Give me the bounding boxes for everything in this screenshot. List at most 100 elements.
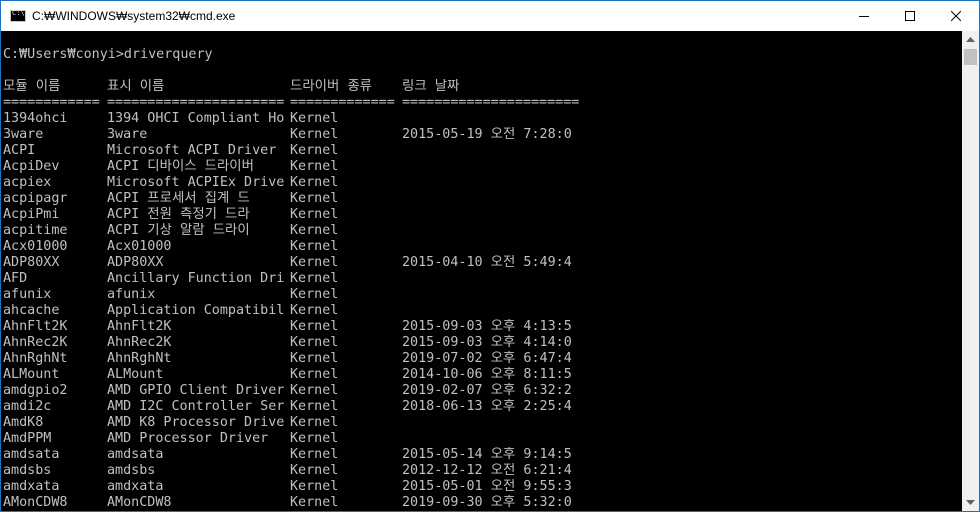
row-link-date [402,223,582,239]
separator-display-name: ====================== [107,95,285,110]
row-module-name: AhnRec2K [3,335,68,350]
table-row: AhnRghNt AhnRghNt Kernel 2019-07-02 오후 6:47… [3,351,603,367]
table-row: ahcache Application Compatibil Kernel [3,303,603,319]
row-driver-type: Kernel [290,191,339,206]
close-icon [951,11,961,21]
table-row: AmdPPM AMD Processor Driver Kernel [3,431,603,447]
row-driver-type: Kernel [290,431,339,446]
row-driver-type: Kernel [290,399,339,414]
header-link-date: 링크 날짜 [402,79,460,94]
row-link-date: 2015-04-10 오전 5:49:4 [402,255,572,270]
row-link-date: 2015-05-19 오전 7:28:0 [402,127,572,142]
table-row: acpipagr ACPI 프로세서 집계 드 Kernel [3,191,603,207]
row-display-name: ACPI 기상 알람 드라이 [107,223,250,238]
row-display-name: AMD GPIO Client Driver [107,383,285,398]
row-display-name: amdxata [107,479,164,494]
row-module-name: afunix [3,287,52,302]
row-link-date: 2012-12-12 오전 6:21:4 [402,463,572,478]
table-row: AMonCDW8 AMonCDW8 Kernel 2019-09-30 오후 5:32… [3,495,603,511]
row-display-name: Microsoft ACPIEx Drive [107,175,285,190]
row-display-name: AhnRec2K [107,335,172,350]
row-link-date [402,239,582,255]
console-window: C:₩WINDOWS₩system32₩cmd.exe C:₩Users₩con… [0,0,980,512]
row-module-name: AhnRghNt [3,351,68,366]
row-driver-type: Kernel [290,111,339,126]
row-link-date [402,271,582,287]
row-driver-type: Kernel [290,495,339,510]
row-module-name: amdsbs [3,463,52,478]
row-driver-type: Kernel [290,287,339,302]
row-display-name: amdsata [107,447,164,462]
console-output[interactable]: C:₩Users₩conyi>driverquery 모듈 이름 표시 이름 드… [1,31,962,511]
scroll-down-button[interactable] [962,494,979,511]
maximize-button[interactable] [887,1,933,31]
row-display-name: AMD I2C Controller Ser [107,399,285,414]
row-link-date [402,143,582,159]
row-module-name: AFD [3,271,28,286]
row-module-name: AhnFlt2K [3,319,68,334]
cmd-icon[interactable] [10,9,26,22]
minimize-icon [859,16,869,17]
row-link-date: 2018-06-13 오후 2:25:4 [402,399,572,414]
separator-link-date: ====================== [402,95,580,110]
header-row: 모듈 이름 표시 이름 드라이버 종류 링크 날짜 [3,79,603,95]
row-display-name: ACPI 디바이스 드라이버 [107,159,254,174]
row-module-name: 1394ohci [3,111,68,126]
row-link-date: 2019-02-07 오후 6:32:2 [402,383,572,398]
row-module-name: Acx01000 [3,239,68,254]
table-row: amdi2c AMD I2C Controller Ser Kernel 2018-0… [3,399,603,415]
table-row: ACPI Microsoft ACPI Driver Kernel [3,143,603,159]
table-row: AFD Ancillary Function Dri Kernel [3,271,603,287]
row-display-name: Application Compatibil [107,303,285,318]
vertical-scrollbar[interactable] [962,31,979,511]
table-row: AcpiDev ACPI 디바이스 드라이버 Kernel [3,159,603,175]
title-bar[interactable]: C:₩WINDOWS₩system32₩cmd.exe [1,1,979,31]
separator-row: ============ ====================== ====… [3,95,603,111]
row-driver-type: Kernel [290,127,339,142]
table-row: AhnRec2K AhnRec2K Kernel 2015-09-03 오후 4:14… [3,335,603,351]
row-driver-type: Kernel [290,175,339,190]
row-module-name: AmdPPM [3,431,52,446]
table-row: Acx01000 Acx01000 Kernel [3,239,603,255]
row-display-name: AMonCDW8 [107,495,172,510]
row-driver-type: Kernel [290,447,339,462]
header-display-name: 표시 이름 [107,79,165,94]
minimize-button[interactable] [841,1,887,31]
row-driver-type: Kernel [290,255,339,270]
row-link-date [402,175,582,191]
close-button[interactable] [933,1,979,31]
row-driver-type: Kernel [290,159,339,174]
table-row: acpitime ACPI 기상 알람 드라이 Kernel [3,223,603,239]
row-module-name: 3ware [3,127,44,142]
row-link-date [402,159,582,175]
row-module-name: ACPI [3,143,36,158]
row-link-date [402,191,582,207]
row-module-name: acpitime [3,223,68,238]
separator-module-name: ============ [3,95,100,110]
row-display-name: amdsbs [107,463,156,478]
table-row: AmdK8 AMD K8 Processor Drive Kernel [3,415,603,431]
scroll-thumb[interactable] [964,49,977,65]
row-display-name: ACPI 전원 측정기 드라 [107,207,250,222]
row-display-name: 1394 OHCI Compliant Ho [107,111,285,126]
row-driver-type: Kernel [290,463,339,478]
table-row: amdgpio2 AMD GPIO Client Driver Kernel 2019… [3,383,603,399]
row-driver-type: Kernel [290,383,339,398]
header-driver-type: 드라이버 종류 [290,79,372,94]
scroll-up-button[interactable] [962,31,979,48]
row-display-name: Acx01000 [107,239,172,254]
header-module-name: 모듈 이름 [3,79,61,94]
row-driver-type: Kernel [290,239,339,254]
table-row: 3ware 3ware Kernel 2015-05-19 오전 7:28:0 [3,127,603,143]
row-display-name: Ancillary Function Dri [107,271,285,286]
maximize-icon [905,11,915,21]
row-module-name: acpiex [3,175,52,190]
window-title: C:₩WINDOWS₩system32₩cmd.exe [32,9,236,23]
scroll-down-arrow-icon [966,500,975,505]
row-display-name: ALMount [107,367,164,382]
row-display-name: AhnRghNt [107,351,172,366]
row-display-name: ADP80XX [107,255,164,270]
row-driver-type: Kernel [290,335,339,350]
row-driver-type: Kernel [290,367,339,382]
row-driver-type: Kernel [290,207,339,222]
